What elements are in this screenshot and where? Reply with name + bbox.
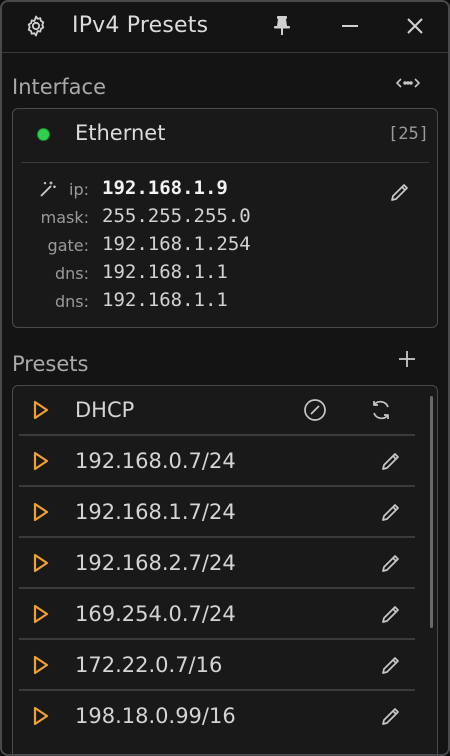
pencil-icon[interactable] xyxy=(379,602,403,626)
close-icon[interactable] xyxy=(401,12,429,40)
interface-section-label: Interface xyxy=(12,75,107,99)
expand-horizontal-icon[interactable] xyxy=(396,74,420,92)
play-icon[interactable] xyxy=(33,502,49,522)
ip-label: ip: xyxy=(69,180,89,199)
app-window: IPv4 Presets Interface Ethernet [25] ip:… xyxy=(0,0,450,756)
pencil-icon xyxy=(391,184,408,201)
divider xyxy=(19,689,415,691)
preset-label: 192.168.2.7/24 xyxy=(75,551,236,575)
interface-panel: Ethernet [25] ip: 192.168.1.9 mask: 255.… xyxy=(12,108,438,328)
play-icon[interactable] xyxy=(33,655,49,675)
gateway-value: 192.168.1.254 xyxy=(102,233,251,255)
play-icon[interactable] xyxy=(33,451,49,471)
minimize-icon[interactable] xyxy=(336,12,364,40)
preset-item[interactable]: 192.168.0.7/24 xyxy=(19,437,415,487)
play-icon[interactable] xyxy=(33,553,49,573)
dns-secondary-value: 192.168.1.1 xyxy=(102,289,228,311)
pin-icon[interactable] xyxy=(268,12,296,40)
divider xyxy=(21,162,429,163)
title-bar: IPv4 Presets xyxy=(2,2,448,53)
window-title: IPv4 Presets xyxy=(72,13,209,38)
preset-label: 172.22.0.7/16 xyxy=(75,653,223,677)
preset-item[interactable]: 192.168.2.7/24 xyxy=(19,539,415,589)
preset-item[interactable]: 198.18.0.99/16 xyxy=(19,692,415,742)
adapter-index: [25] xyxy=(388,124,429,144)
preset-label: 192.168.0.7/24 xyxy=(75,449,236,473)
presets-panel: DHCP 192.168.0.7/24 192.168.1.7/24 192.1… xyxy=(12,385,438,754)
status-indicator xyxy=(37,128,50,141)
preset-label: 169.254.0.7/24 xyxy=(75,602,236,626)
preset-item[interactable]: 172.22.0.7/16 xyxy=(19,641,415,691)
play-icon[interactable] xyxy=(33,706,49,726)
pencil-icon[interactable] xyxy=(379,449,403,473)
refresh-icon[interactable] xyxy=(369,398,393,422)
mask-value: 255.255.255.0 xyxy=(102,205,251,227)
preset-item-dhcp[interactable]: DHCP xyxy=(19,386,415,436)
play-icon[interactable] xyxy=(33,604,49,624)
presets-section-label: Presets xyxy=(12,352,89,376)
plus-icon[interactable] xyxy=(398,350,416,368)
pencil-icon[interactable] xyxy=(379,653,403,677)
adapter-name: Ethernet xyxy=(75,121,166,145)
preset-label: 198.18.0.99/16 xyxy=(75,704,236,728)
pencil-icon[interactable] xyxy=(379,500,403,524)
preset-label: 192.168.1.7/24 xyxy=(75,500,236,524)
dns-label: dns: xyxy=(54,292,89,311)
gateway-label: gate: xyxy=(47,236,89,255)
play-icon[interactable] xyxy=(33,400,49,420)
gear-icon[interactable] xyxy=(22,12,50,40)
divider xyxy=(19,434,415,436)
preset-label: DHCP xyxy=(75,398,135,422)
disable-icon[interactable] xyxy=(303,398,327,422)
dns-primary-value: 192.168.1.1 xyxy=(102,261,228,283)
dns-label: dns: xyxy=(54,264,89,283)
divider xyxy=(19,485,415,487)
divider xyxy=(19,638,415,640)
scrollbar[interactable] xyxy=(430,396,433,628)
ip-value: 192.168.1.9 xyxy=(102,177,228,199)
pencil-icon[interactable] xyxy=(379,551,403,575)
edit-interface-button[interactable] xyxy=(388,180,412,204)
divider xyxy=(19,536,415,538)
preset-item[interactable]: 192.168.1.7/24 xyxy=(19,488,415,538)
pencil-icon[interactable] xyxy=(379,704,403,728)
preset-item[interactable]: 169.254.0.7/24 xyxy=(19,590,415,640)
mask-label: mask: xyxy=(40,208,89,227)
divider xyxy=(19,587,415,589)
